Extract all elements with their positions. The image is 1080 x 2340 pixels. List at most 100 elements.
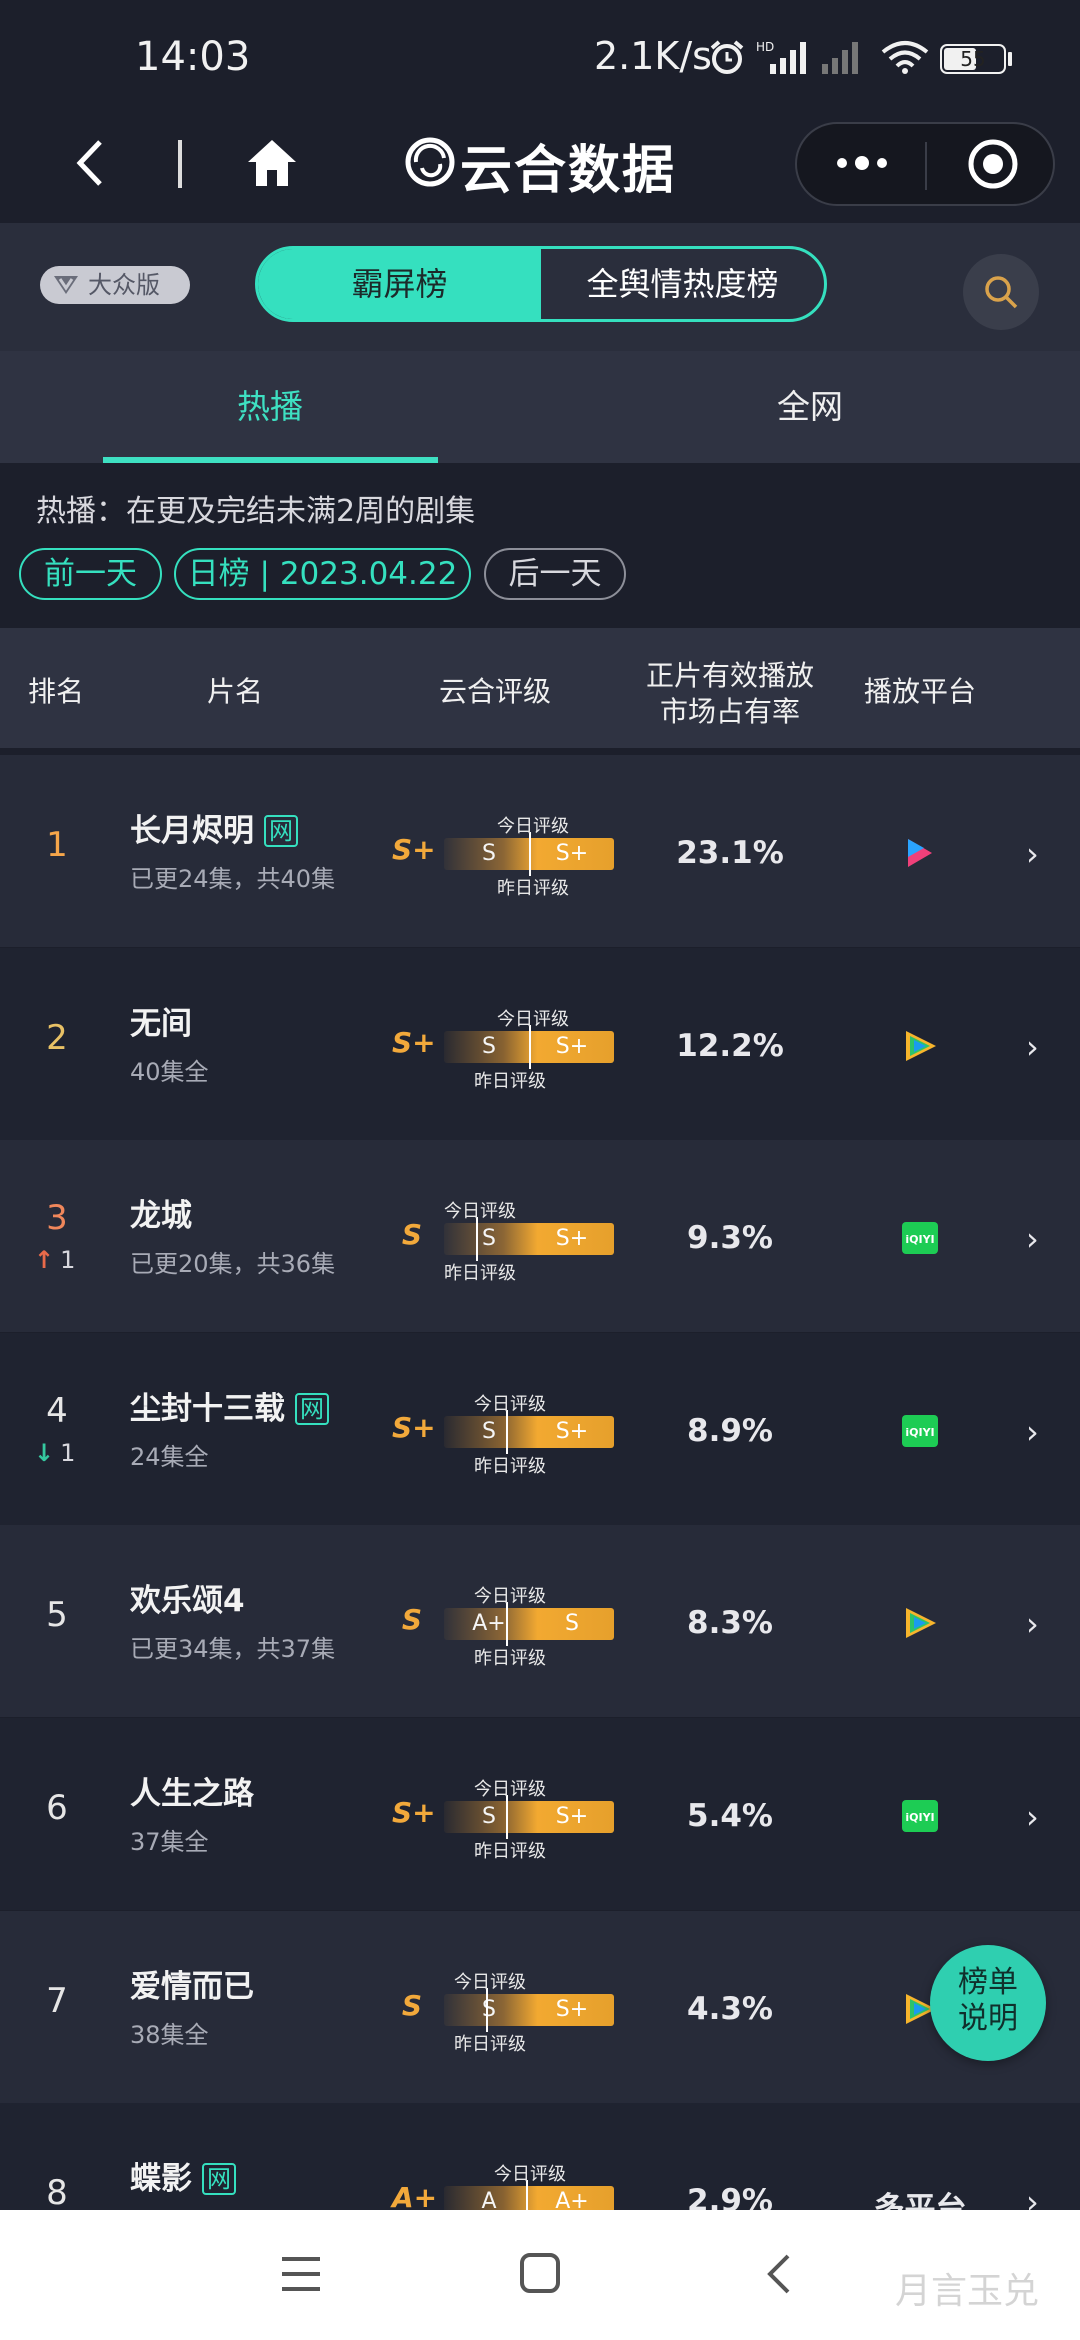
- chevron-right-icon[interactable]: ›: [1026, 835, 1039, 873]
- status-time: 14:03: [135, 34, 251, 80]
- close-target-icon[interactable]: [965, 136, 1021, 192]
- current-grade: S: [401, 1218, 423, 1251]
- show-title-text: 爱情而已: [130, 1969, 254, 2005]
- show-title-text: 人生之路: [130, 1776, 254, 1812]
- iqiyi-platform-icon: iQIYI: [900, 1798, 940, 1834]
- table-row[interactable]: 7爱情而已38集全S S S+ 今日评级 昨日评级 4.3%›: [0, 1911, 1080, 2103]
- grade-bar: A+ S 今日评级 昨日评级: [444, 1586, 614, 1669]
- show-title-text: 欢乐颂4: [130, 1583, 245, 1619]
- edition-label: 大众版: [88, 271, 160, 299]
- header-title: 片名: [206, 675, 263, 708]
- rank-change-count: 1: [60, 1439, 76, 1467]
- title-divider: [178, 140, 182, 188]
- table-row[interactable]: 5 欢乐颂4 已更34集，共37集 S A+ S 今日评级 昨日评级 8.3% ›: [0, 1525, 1080, 1717]
- grade-bar: S S+ 今日评级 昨日评级: [444, 1779, 614, 1862]
- youku-platform-icon: [900, 835, 940, 871]
- search-icon: [985, 276, 1018, 309]
- grade-level-right: S+: [555, 1226, 589, 1251]
- show-title: 蝶影网: [130, 2153, 236, 2198]
- today-grade-label: 今日评级: [474, 1394, 546, 1415]
- rank-number: 5: [46, 1595, 68, 1635]
- more-dots-icon: [837, 156, 887, 170]
- table-row[interactable]: 4 ↓ 1 尘封十三载网 24集全 S+ S S+ 今日评级 昨日评级 8.9% iQIYI…: [0, 1333, 1080, 1525]
- today-grade-label: 今日评级: [497, 816, 569, 837]
- tencent-platform-icon: [900, 1605, 940, 1641]
- capsule-divider: [925, 142, 927, 190]
- category-tabs: 热播 全网: [0, 351, 1080, 463]
- show-title: 尘封十三载网: [130, 1383, 329, 1428]
- today-grade-label: 今日评级: [454, 1972, 526, 1993]
- menu-icon[interactable]: [280, 2254, 322, 2294]
- chevron-right-icon[interactable]: ›: [1026, 1605, 1039, 1643]
- tab-sentiment-board[interactable]: 全舆情热度榜: [541, 249, 824, 319]
- grade-level-right: S+: [555, 1419, 589, 1444]
- tab-all-network[interactable]: 全网: [540, 351, 1080, 463]
- today-grade-label: 今日评级: [444, 1201, 516, 1222]
- signal-weak-icon: [822, 42, 858, 74]
- more-button[interactable]: [832, 148, 892, 178]
- table-row[interactable]: 6 人生之路 37集全 S+ S S+ 今日评级 昨日评级 5.4% iQIYI ›: [0, 1718, 1080, 1910]
- grade-level-left: S: [482, 1804, 496, 1829]
- home-square-icon[interactable]: [519, 2252, 561, 2294]
- table-header: 排名 片名 云合评级 正片有效播放 市场占有率 播放平台: [0, 628, 1080, 748]
- watermark: 月言玉兑: [895, 2271, 1040, 2312]
- table-row[interactable]: 2 无间 40集全 S+ S S+ 今日评级 昨日评级 12.2% ›: [0, 948, 1080, 1140]
- grade-bar: S S+ 今日评级 昨日评级: [444, 1009, 614, 1092]
- tab-hot-airing[interactable]: 热播: [0, 351, 540, 463]
- grade-level-right: S: [565, 1611, 579, 1636]
- fab-line2: 说明: [958, 2001, 1018, 2036]
- chevron-right-icon[interactable]: ›: [1026, 1220, 1039, 1258]
- back-arrow-icon[interactable]: [70, 138, 110, 188]
- yesterday-grade-label: 昨日评级: [474, 1071, 546, 1092]
- grade-bar: S S+ 今日评级 昨日评级: [444, 1394, 614, 1477]
- yunhe-logo-icon: [405, 137, 455, 187]
- iqiyi-platform-icon: iQIYI: [900, 1413, 940, 1449]
- show-title-text: 尘封十三载: [130, 1391, 285, 1427]
- grade-level-right: S+: [555, 1804, 589, 1829]
- market-share: 8.3%: [687, 1605, 773, 1641]
- rank-number: 4: [46, 1391, 68, 1431]
- show-title: 爱情而已: [130, 1961, 254, 2006]
- episode-info: 已更34集，共37集: [130, 1635, 336, 1663]
- table-row[interactable]: 1 长月烬明网已更24集，共40集 S+ S S+ 今日评级 昨日评级 23.1% ›: [0, 755, 1080, 947]
- chevron-right-icon[interactable]: ›: [1026, 1798, 1039, 1836]
- today-grade-label: 今日评级: [474, 1779, 546, 1800]
- svg-text:iQIYI: iQIYI: [905, 1426, 934, 1439]
- episode-info: 已更24集，共40集: [130, 865, 336, 893]
- yesterday-grade-label: 昨日评级: [474, 1648, 546, 1669]
- grade-level-right: S+: [555, 841, 589, 866]
- header-rank: 排名: [27, 675, 84, 708]
- tab-dominance-board[interactable]: 霸屏榜: [258, 249, 541, 319]
- chevron-right-icon[interactable]: ›: [1026, 1413, 1039, 1451]
- board-explanation-button[interactable]: 榜单 说明: [930, 1945, 1046, 2061]
- rank-change: ↑ 1: [34, 1246, 75, 1274]
- show-title: 龙城: [130, 1190, 192, 1235]
- grade-marker: [506, 1602, 508, 1646]
- chevron-right-icon[interactable]: ›: [1026, 1028, 1039, 1066]
- web-series-badge: 网: [295, 1393, 329, 1425]
- fab-line1: 榜单: [958, 1965, 1018, 2000]
- board-switch: 霸屏榜 全舆情热度榜: [255, 246, 827, 322]
- edition-badge[interactable]: 大众版: [40, 266, 190, 304]
- table-row[interactable]: 3 ↑ 1 龙城 已更20集，共36集 S S S+ 今日评级 昨日评级 9.3% iQIY…: [0, 1140, 1080, 1332]
- rank-number: 1: [46, 825, 68, 865]
- signal-hd-icon: HD: [756, 40, 806, 74]
- grade-marker: [506, 1410, 508, 1454]
- next-day-button[interactable]: 后一天: [484, 548, 626, 600]
- prev-day-button[interactable]: 前一天: [19, 548, 162, 600]
- grade-level-left: A+: [472, 1611, 506, 1636]
- market-share: 8.9%: [687, 1413, 773, 1449]
- current-grade: S: [401, 1989, 423, 2022]
- back-nav-icon[interactable]: [764, 2252, 794, 2296]
- yesterday-grade-label: 昨日评级: [497, 878, 569, 899]
- svg-text:HD: HD: [756, 40, 774, 54]
- header-platform: 播放平台: [863, 675, 976, 708]
- current-grade: S+: [392, 833, 436, 866]
- home-icon[interactable]: [244, 136, 300, 188]
- rank-number: 7: [46, 1981, 68, 2021]
- search-button[interactable]: [963, 254, 1039, 330]
- grade-level-right: S+: [555, 1034, 589, 1059]
- date-picker-chip[interactable]: 日榜 | 2023.04.22: [174, 548, 471, 600]
- yesterday-grade-label: 昨日评级: [474, 1841, 546, 1862]
- board-description: 热播：在更及完结未满2周的剧集: [36, 494, 476, 529]
